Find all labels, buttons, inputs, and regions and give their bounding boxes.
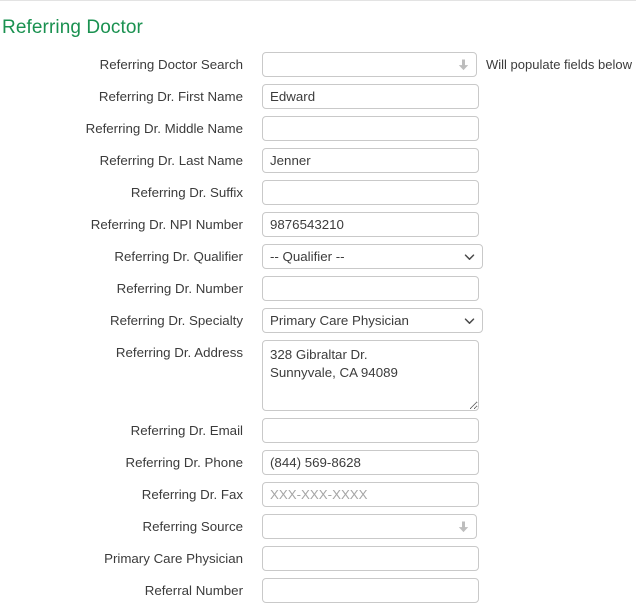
control-wrap-referring-dr-fax xyxy=(262,482,479,507)
label-referring-dr-qualifier: Referring Dr. Qualifier xyxy=(114,249,243,264)
label-referring-source: Referring Source xyxy=(142,519,243,534)
label-referring-dr-suffix: Referring Dr. Suffix xyxy=(130,185,243,200)
referring-dr-qualifier-select[interactable]: -- Qualifier -- xyxy=(262,244,483,269)
control-wrap-referring-dr-npi-number xyxy=(262,212,479,237)
label-referring-dr-phone: Referring Dr. Phone xyxy=(125,455,243,470)
primary-care-physician-input[interactable] xyxy=(262,546,479,571)
label-referring-dr-email: Referring Dr. Email xyxy=(130,423,243,438)
control-wrap-referring-dr-last-name xyxy=(262,148,479,173)
control-wrap-referring-dr-address: 328 Gibraltar Dr. Sunnyvale, CA 94089 xyxy=(262,340,479,411)
control-wrap-referring-doctor-search: Will populate fields below xyxy=(262,52,632,77)
label-referral-number: Referral Number xyxy=(144,583,243,598)
referring-dr-qualifier-select-wrap: -- Qualifier -- xyxy=(262,244,483,269)
referring-doctor-form: Referring Doctor Search Will populate fie… xyxy=(0,52,636,610)
form-row-referring-dr-npi-number: Referring Dr. NPI Number xyxy=(0,212,636,244)
referring-dr-email-input[interactable] xyxy=(262,418,479,443)
control-wrap-referring-dr-qualifier: -- Qualifier -- xyxy=(262,244,483,269)
form-row-referring-source: Referring Source xyxy=(0,514,636,546)
referring-dr-first-name-input[interactable] xyxy=(262,84,479,109)
form-row-referring-dr-last-name: Referring Dr. Last Name xyxy=(0,148,636,180)
control-wrap-referring-dr-suffix xyxy=(262,180,479,205)
form-row-referring-dr-qualifier: Referring Dr. Qualifier -- Qualifier -- xyxy=(0,244,636,276)
referral-number-input[interactable] xyxy=(262,578,479,603)
label-referring-dr-fax: Referring Dr. Fax xyxy=(141,487,243,502)
referring-dr-npi-number-input[interactable] xyxy=(262,212,479,237)
label-primary-care-physician: Primary Care Physician xyxy=(104,551,243,566)
label-referring-dr-middle-name: Referring Dr. Middle Name xyxy=(85,121,243,136)
label-referring-doctor-search: Referring Doctor Search xyxy=(99,57,243,72)
referring-dr-middle-name-input[interactable] xyxy=(262,116,479,141)
page-title: Referring Doctor xyxy=(2,17,143,38)
referring-dr-number-input[interactable] xyxy=(262,276,479,301)
control-wrap-referring-dr-first-name xyxy=(262,84,479,109)
search-helper-text: Will populate fields below xyxy=(486,56,632,72)
label-referring-dr-number: Referring Dr. Number xyxy=(116,281,243,296)
form-row-referring-dr-fax: Referring Dr. Fax xyxy=(0,482,636,514)
form-row-referring-dr-number: Referring Dr. Number xyxy=(0,276,636,308)
arrow-down-icon xyxy=(458,59,469,70)
control-wrap-referring-dr-email xyxy=(262,418,479,443)
label-referring-dr-last-name: Referring Dr. Last Name xyxy=(99,153,243,168)
form-row-primary-care-physician: Primary Care Physician xyxy=(0,546,636,578)
referring-dr-fax-input[interactable] xyxy=(262,482,479,507)
form-row-referring-dr-suffix: Referring Dr. Suffix xyxy=(0,180,636,212)
form-row-referring-dr-phone: Referring Dr. Phone xyxy=(0,450,636,482)
form-row-referring-dr-middle-name: Referring Dr. Middle Name xyxy=(0,116,636,148)
referring-dr-specialty-select[interactable]: Primary Care Physician xyxy=(262,308,483,333)
referring-dr-last-name-input[interactable] xyxy=(262,148,479,173)
label-referring-dr-specialty: Referring Dr. Specialty xyxy=(109,313,243,328)
form-row-referral-number: Referral Number xyxy=(0,578,636,610)
referring-dr-address-textarea[interactable]: 328 Gibraltar Dr. Sunnyvale, CA 94089 xyxy=(262,340,479,411)
referring-doctor-form-page: Referring Doctor Referring Doctor Search… xyxy=(0,0,636,612)
control-wrap-primary-care-physician xyxy=(262,546,479,571)
control-wrap-referring-dr-specialty: Primary Care Physician xyxy=(262,308,483,333)
referring-dr-specialty-select-wrap: Primary Care Physician xyxy=(262,308,483,333)
form-row-referring-dr-address: Referring Dr. Address 328 Gibraltar Dr. S… xyxy=(0,340,636,418)
label-referring-dr-npi-number: Referring Dr. NPI Number xyxy=(90,217,243,232)
form-row-referring-dr-specialty: Referring Dr. Specialty Primary Care Phys… xyxy=(0,308,636,340)
label-referring-dr-address: Referring Dr. Address xyxy=(115,345,243,360)
referring-dr-phone-input[interactable] xyxy=(262,450,479,475)
control-wrap-referring-dr-number xyxy=(262,276,479,301)
form-row-referring-dr-first-name: Referring Dr. First Name xyxy=(0,84,636,116)
arrow-down-icon xyxy=(458,521,469,532)
referring-source-autocomplete[interactable] xyxy=(262,514,477,539)
form-row-referring-doctor-search: Referring Doctor Search Will populate fie… xyxy=(0,52,636,84)
control-wrap-referring-source xyxy=(262,514,477,539)
referring-dr-suffix-input[interactable] xyxy=(262,180,479,205)
control-wrap-referral-number xyxy=(262,578,479,603)
label-referring-dr-first-name: Referring Dr. First Name xyxy=(98,89,243,104)
referring-doctor-search-autocomplete[interactable] xyxy=(262,52,477,77)
control-wrap-referring-dr-phone xyxy=(262,450,479,475)
control-wrap-referring-dr-middle-name xyxy=(262,116,479,141)
form-row-referring-dr-email: Referring Dr. Email xyxy=(0,418,636,450)
